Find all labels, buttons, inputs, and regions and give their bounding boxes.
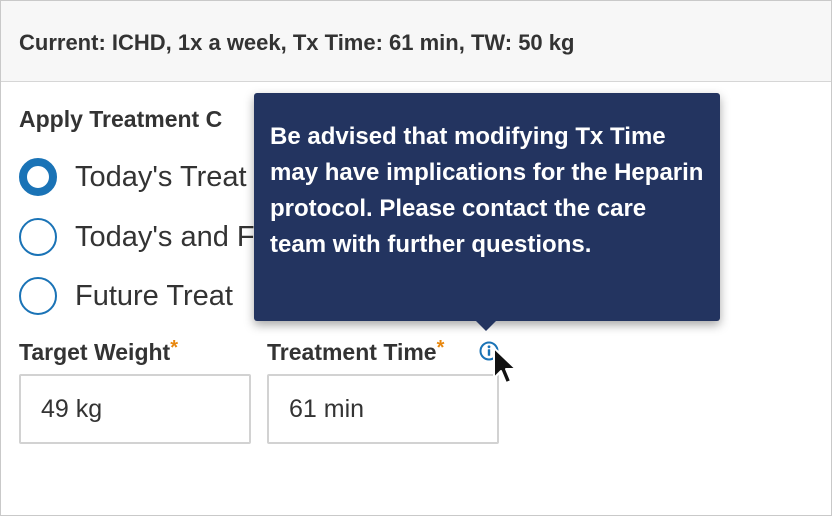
tooltip-text: Be advised that modifying Tx Time may ha…	[270, 123, 704, 258]
radio-option-future-treatments[interactable]: Future Treat	[19, 276, 233, 316]
radio-label: Future Treat	[75, 279, 233, 312]
radio-button[interactable]	[19, 277, 57, 315]
heparin-warning-tooltip: Be advised that modifying Tx Time may ha…	[254, 93, 720, 321]
target-weight-input[interactable]	[19, 374, 251, 444]
mouse-pointer-icon	[493, 347, 517, 384]
target-weight-label: Target Weight*	[19, 337, 179, 366]
radio-button[interactable]	[19, 218, 57, 256]
current-treatment-header: Current: ICHD, 1x a week, Tx Time: 61 mi…	[1, 1, 831, 82]
treatment-change-panel: Current: ICHD, 1x a week, Tx Time: 61 mi…	[0, 0, 832, 516]
radio-label: Today's and F	[75, 220, 255, 253]
radio-label: Today's Treat	[75, 160, 247, 193]
radio-button-checked[interactable]	[19, 158, 57, 196]
target-weight-label-text: Target Weight	[19, 339, 171, 365]
tooltip-arrow	[475, 320, 497, 331]
treatment-time-label-text: Treatment Time	[267, 339, 437, 365]
current-treatment-summary: Current: ICHD, 1x a week, Tx Time: 61 mi…	[19, 30, 575, 55]
radio-option-todays-and-future[interactable]: Today's and F	[19, 217, 255, 257]
treatment-time-label: Treatment Time*	[267, 337, 445, 366]
required-asterisk: *	[170, 337, 179, 359]
radio-option-todays-treatment[interactable]: Today's Treat	[19, 157, 247, 197]
required-asterisk: *	[436, 337, 445, 359]
apply-treatment-title: Apply Treatment C	[19, 106, 223, 132]
treatment-time-input[interactable]	[267, 374, 499, 444]
